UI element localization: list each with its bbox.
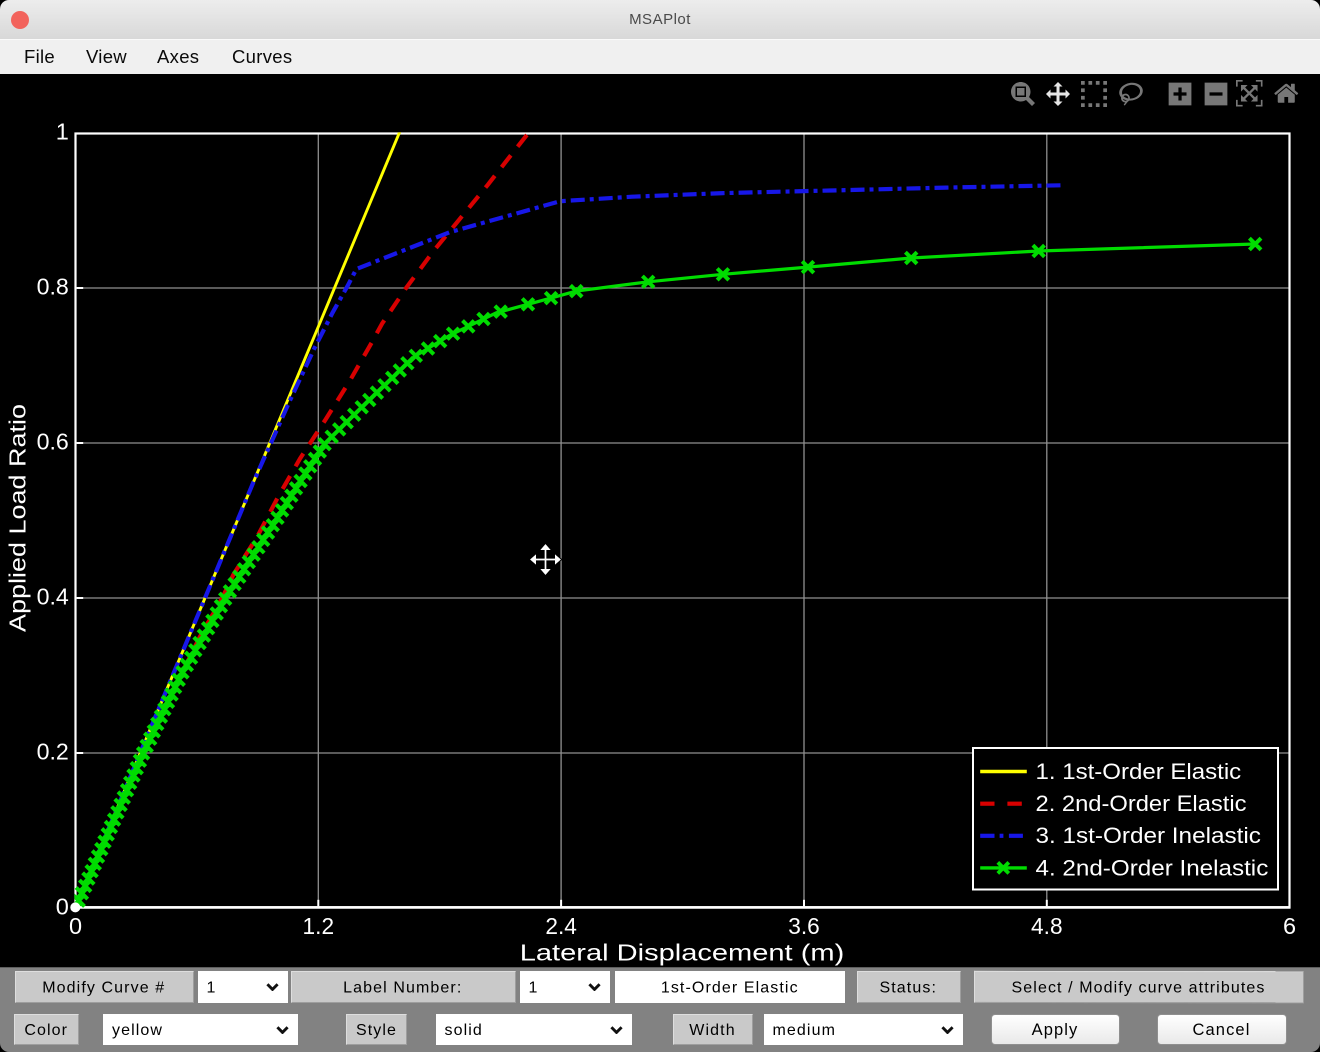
svg-text:1: 1 xyxy=(529,980,539,997)
svg-text:Modify Curve #: Modify Curve # xyxy=(42,980,165,997)
svg-text:Label Number:: Label Number: xyxy=(343,980,462,997)
svg-text:Status:: Status: xyxy=(879,980,937,997)
svg-text:Width: Width xyxy=(689,1022,735,1039)
svg-text:yellow: yellow xyxy=(112,1022,163,1039)
svg-text:Cancel: Cancel xyxy=(1193,1021,1251,1039)
svg-text:solid: solid xyxy=(445,1022,483,1039)
svg-text:1st-Order Elastic: 1st-Order Elastic xyxy=(661,980,799,997)
svg-text:Style: Style xyxy=(356,1022,397,1039)
svg-text:Color: Color xyxy=(24,1022,68,1039)
svg-text:Apply: Apply xyxy=(1032,1021,1079,1039)
svg-text:medium: medium xyxy=(773,1022,837,1039)
svg-text:1: 1 xyxy=(207,980,217,997)
svg-text:Select / Modify curve attribut: Select / Modify curve attributes xyxy=(1012,980,1266,997)
